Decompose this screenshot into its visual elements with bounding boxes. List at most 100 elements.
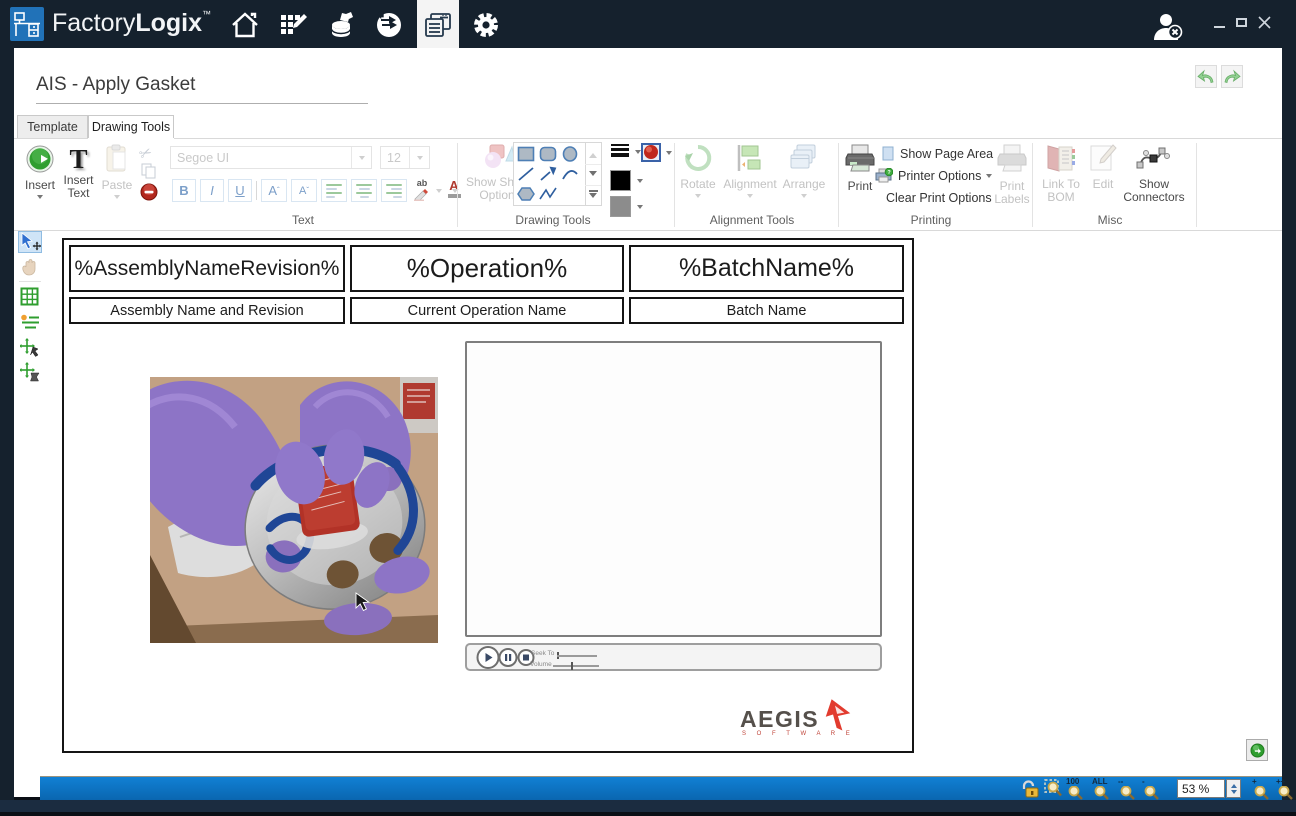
- move-node-tool-button[interactable]: [20, 338, 40, 359]
- printer-options-button[interactable]: ? Printer Options: [875, 167, 992, 185]
- chevron-down-icon: [409, 147, 429, 168]
- instruction-photo[interactable]: [150, 377, 438, 643]
- shape-arrow[interactable]: [537, 164, 559, 184]
- zoom-out-fast-button[interactable]: --: [1118, 778, 1142, 798]
- close-button[interactable]: [1258, 16, 1271, 29]
- spinner-up-icon[interactable]: [1231, 781, 1237, 788]
- brand-bold: Logix: [135, 9, 202, 37]
- volume-slider-thumb[interactable]: [571, 662, 573, 670]
- align-left-button[interactable]: [321, 179, 347, 202]
- clear-print-options-button[interactable]: Clear Print Options: [886, 191, 992, 205]
- video-display-area[interactable]: [465, 341, 882, 637]
- field-assembly-token[interactable]: %AssemblyNameRevision%: [69, 245, 345, 292]
- shape-rounded-rectangle[interactable]: [537, 144, 559, 164]
- unlock-icon[interactable]: [1020, 780, 1040, 798]
- home-icon[interactable]: [230, 10, 260, 40]
- drawing-group-label: Drawing Tools: [515, 213, 590, 227]
- field-operation-token[interactable]: %Operation%: [350, 245, 624, 292]
- field-batch-token[interactable]: %BatchName%: [629, 245, 904, 292]
- line-color-button[interactable]: [610, 170, 643, 191]
- arrange-button[interactable]: Arrange: [780, 143, 828, 198]
- fill-color-button[interactable]: [610, 196, 643, 217]
- shape-polyline[interactable]: [537, 184, 559, 204]
- line-style-button[interactable]: [610, 143, 641, 161]
- align-center-button[interactable]: [351, 179, 377, 202]
- zoom-level-input[interactable]: 53 %: [1177, 779, 1225, 798]
- paste-button[interactable]: Paste: [99, 144, 135, 199]
- rotate-button[interactable]: Rotate: [678, 143, 718, 198]
- aegis-logo-subtext: S O F T W A R E: [742, 731, 854, 737]
- gallery-scroll-down[interactable]: [585, 164, 601, 185]
- seek-slider-track[interactable]: [557, 655, 597, 657]
- shrink-font-button[interactable]: Aˇ: [291, 179, 317, 202]
- document-editor-icon[interactable]: [423, 10, 453, 40]
- zoom-out-button[interactable]: -: [1142, 778, 1164, 798]
- align-left-icon: [326, 184, 342, 198]
- show-connectors-button[interactable]: Show Connectors: [1122, 143, 1186, 204]
- shape-arc[interactable]: [559, 164, 581, 184]
- italic-button[interactable]: I: [200, 179, 224, 202]
- tab-drawing-tools[interactable]: Drawing Tools: [88, 115, 174, 138]
- stop-record-button[interactable]: [140, 183, 158, 201]
- user-logout-icon[interactable]: [1152, 12, 1186, 40]
- shape-ellipse[interactable]: [559, 144, 581, 164]
- copy-icon[interactable]: [141, 163, 159, 179]
- print-labels-label: Print Labels: [993, 180, 1031, 206]
- form-designer-icon[interactable]: [278, 10, 308, 40]
- zoom-in-fast-button[interactable]: ++: [1276, 778, 1296, 798]
- cut-icon[interactable]: ✂: [139, 143, 157, 159]
- image-fill-button[interactable]: [641, 142, 672, 163]
- insert-text-button[interactable]: T Insert Text: [60, 144, 97, 200]
- group-separator: [1032, 143, 1033, 227]
- maximize-button[interactable]: [1236, 18, 1247, 27]
- align-right-button[interactable]: [381, 179, 407, 202]
- refresh-view-button[interactable]: [1246, 739, 1268, 761]
- tab-template[interactable]: Template: [17, 115, 88, 138]
- highlight-button[interactable]: ab: [411, 179, 433, 202]
- zoom-selection-icon[interactable]: [1044, 779, 1064, 798]
- show-page-area-label: Show Page Area: [900, 147, 993, 161]
- font-size-select[interactable]: 12: [380, 146, 430, 169]
- gallery-more-button[interactable]: [585, 185, 601, 206]
- snap-lines-button[interactable]: [20, 313, 40, 332]
- materials-icon[interactable]: [326, 10, 356, 40]
- zoom-all-button[interactable]: ALL: [1092, 778, 1116, 798]
- zoom-in-button[interactable]: +: [1252, 778, 1274, 798]
- move-shape-tool-button[interactable]: [20, 362, 40, 383]
- shape-line[interactable]: [515, 164, 537, 184]
- pan-tool-button[interactable]: [20, 258, 40, 276]
- grid-toggle-button[interactable]: [20, 287, 40, 306]
- shape-hexagon[interactable]: [515, 184, 537, 204]
- group-separator: [1196, 143, 1197, 227]
- data-transfer-icon[interactable]: [374, 10, 404, 40]
- link-to-bom-button[interactable]: Link To BOM: [1038, 143, 1084, 204]
- redo-button[interactable]: [1221, 65, 1243, 88]
- field-assembly-caption[interactable]: Assembly Name and Revision: [69, 297, 345, 324]
- zoom-all-label: ALL: [1092, 778, 1116, 786]
- zoom-spinner[interactable]: [1226, 779, 1241, 798]
- minimize-button[interactable]: [1214, 26, 1225, 28]
- print-labels-button[interactable]: Print Labels: [993, 143, 1031, 206]
- shape-rectangle[interactable]: [515, 144, 537, 164]
- alignment-button[interactable]: Alignment: [720, 143, 780, 198]
- field-batch-caption[interactable]: Batch Name: [629, 297, 904, 324]
- select-tool-button[interactable]: [18, 231, 42, 253]
- underline-button[interactable]: U: [228, 179, 252, 202]
- print-button[interactable]: Print: [841, 143, 879, 193]
- link-to-bom-label: Link To BOM: [1038, 178, 1084, 204]
- settings-gear-icon[interactable]: [471, 10, 501, 40]
- zoom-out-fast-label: --: [1118, 778, 1142, 786]
- zoom-100-button[interactable]: 100: [1066, 778, 1090, 798]
- undo-button[interactable]: [1195, 65, 1217, 88]
- show-page-area-button[interactable]: Show Page Area: [882, 145, 993, 162]
- gallery-scroll-up[interactable]: [585, 143, 601, 164]
- font-family-select[interactable]: Segoe UI: [170, 146, 372, 169]
- grow-font-button[interactable]: Aˆ: [261, 179, 287, 202]
- spinner-down-icon[interactable]: [1231, 790, 1237, 797]
- field-operation-caption[interactable]: Current Operation Name: [350, 297, 624, 324]
- volume-slider-track[interactable]: [553, 665, 599, 667]
- bold-button[interactable]: B: [172, 179, 196, 202]
- document-title-input[interactable]: AIS - Apply Gasket: [36, 74, 195, 96]
- insert-button[interactable]: Insert: [22, 144, 58, 199]
- edit-button[interactable]: Edit: [1086, 143, 1120, 191]
